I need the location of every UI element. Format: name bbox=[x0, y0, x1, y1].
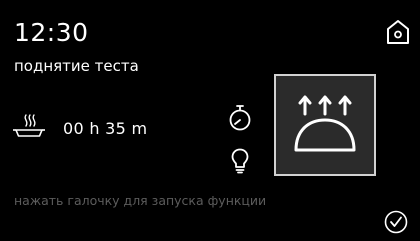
confirm-button[interactable] bbox=[384, 210, 408, 234]
timer-button[interactable] bbox=[228, 104, 252, 132]
duration-value[interactable]: 00 h 35 m bbox=[63, 119, 147, 139]
light-button[interactable] bbox=[231, 148, 249, 174]
start-hint: нажать галочку для запуска функции bbox=[14, 193, 267, 208]
dish-with-steam-icon bbox=[12, 111, 46, 145]
mode-tile-dough-proofing[interactable] bbox=[274, 74, 376, 176]
stopwatch-icon bbox=[229, 105, 251, 131]
dough-proofing-icon bbox=[294, 95, 356, 152]
light-bulb-icon bbox=[231, 148, 249, 174]
oven-display: 12:30 поднятие теста 00 h 35 m нажать га… bbox=[0, 0, 420, 241]
home-icon bbox=[387, 20, 409, 44]
checkmark-icon bbox=[384, 210, 408, 234]
clock: 12:30 bbox=[14, 18, 89, 47]
home-button[interactable] bbox=[386, 19, 410, 45]
function-name: поднятие теста bbox=[14, 57, 139, 75]
